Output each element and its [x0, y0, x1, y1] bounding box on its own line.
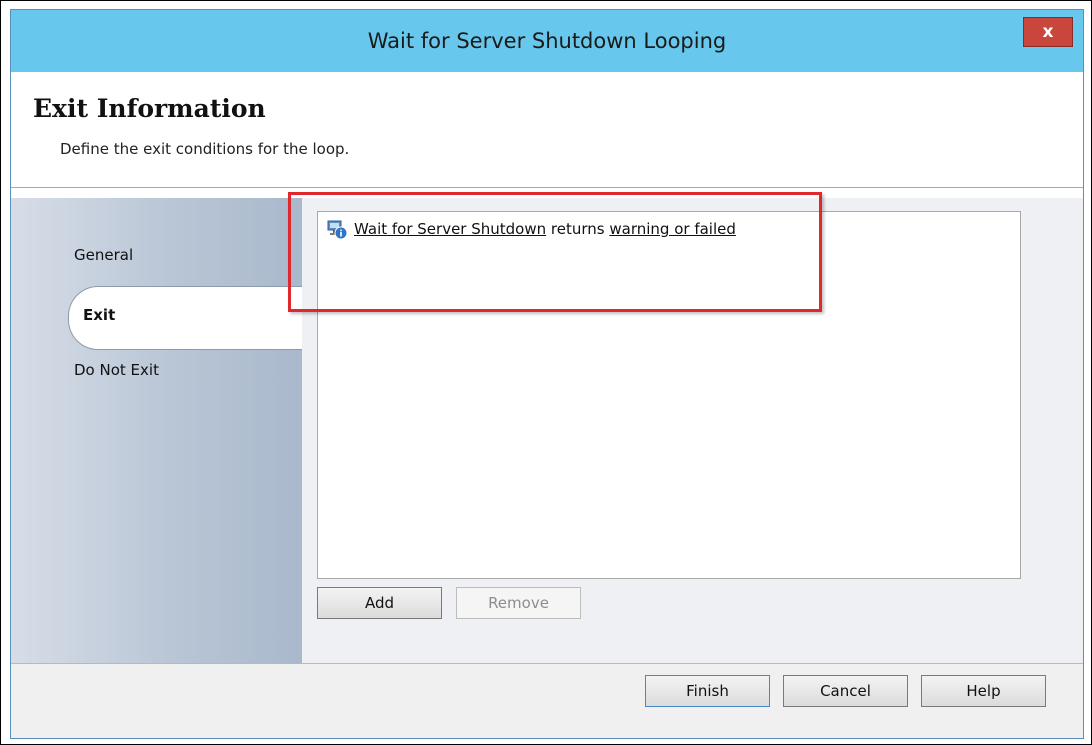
- close-icon: x: [1042, 22, 1054, 42]
- add-button[interactable]: Add: [317, 587, 442, 619]
- sidebar-item-general[interactable]: General: [74, 246, 133, 264]
- finish-button[interactable]: Finish: [645, 675, 770, 707]
- page-header: Exit Information Define the exit conditi…: [11, 72, 1083, 188]
- sidebar: [11, 198, 302, 663]
- dialog-window: Wait for Server Shutdown Looping x Exit …: [10, 9, 1084, 739]
- sidebar-item-exit[interactable]: Exit: [68, 286, 309, 350]
- cancel-button[interactable]: Cancel: [783, 675, 908, 707]
- close-button[interactable]: x: [1023, 17, 1073, 47]
- window-title: Wait for Server Shutdown Looping: [367, 29, 727, 53]
- help-button[interactable]: Help: [921, 675, 1046, 707]
- remove-button[interactable]: Remove: [456, 587, 581, 619]
- screenshot-frame: Wait for Server Shutdown Looping x Exit …: [0, 0, 1092, 745]
- highlight-annotation: [288, 192, 822, 312]
- sidebar-item-do-not-exit[interactable]: Do Not Exit: [74, 361, 159, 379]
- title-bar[interactable]: Wait for Server Shutdown Looping x: [11, 10, 1083, 72]
- page-title: Exit Information: [33, 94, 266, 123]
- sidebar-item-label: Exit: [83, 306, 116, 324]
- page-subtitle: Define the exit conditions for the loop.: [60, 140, 350, 158]
- footer-bar: Finish Cancel Help: [11, 663, 1083, 738]
